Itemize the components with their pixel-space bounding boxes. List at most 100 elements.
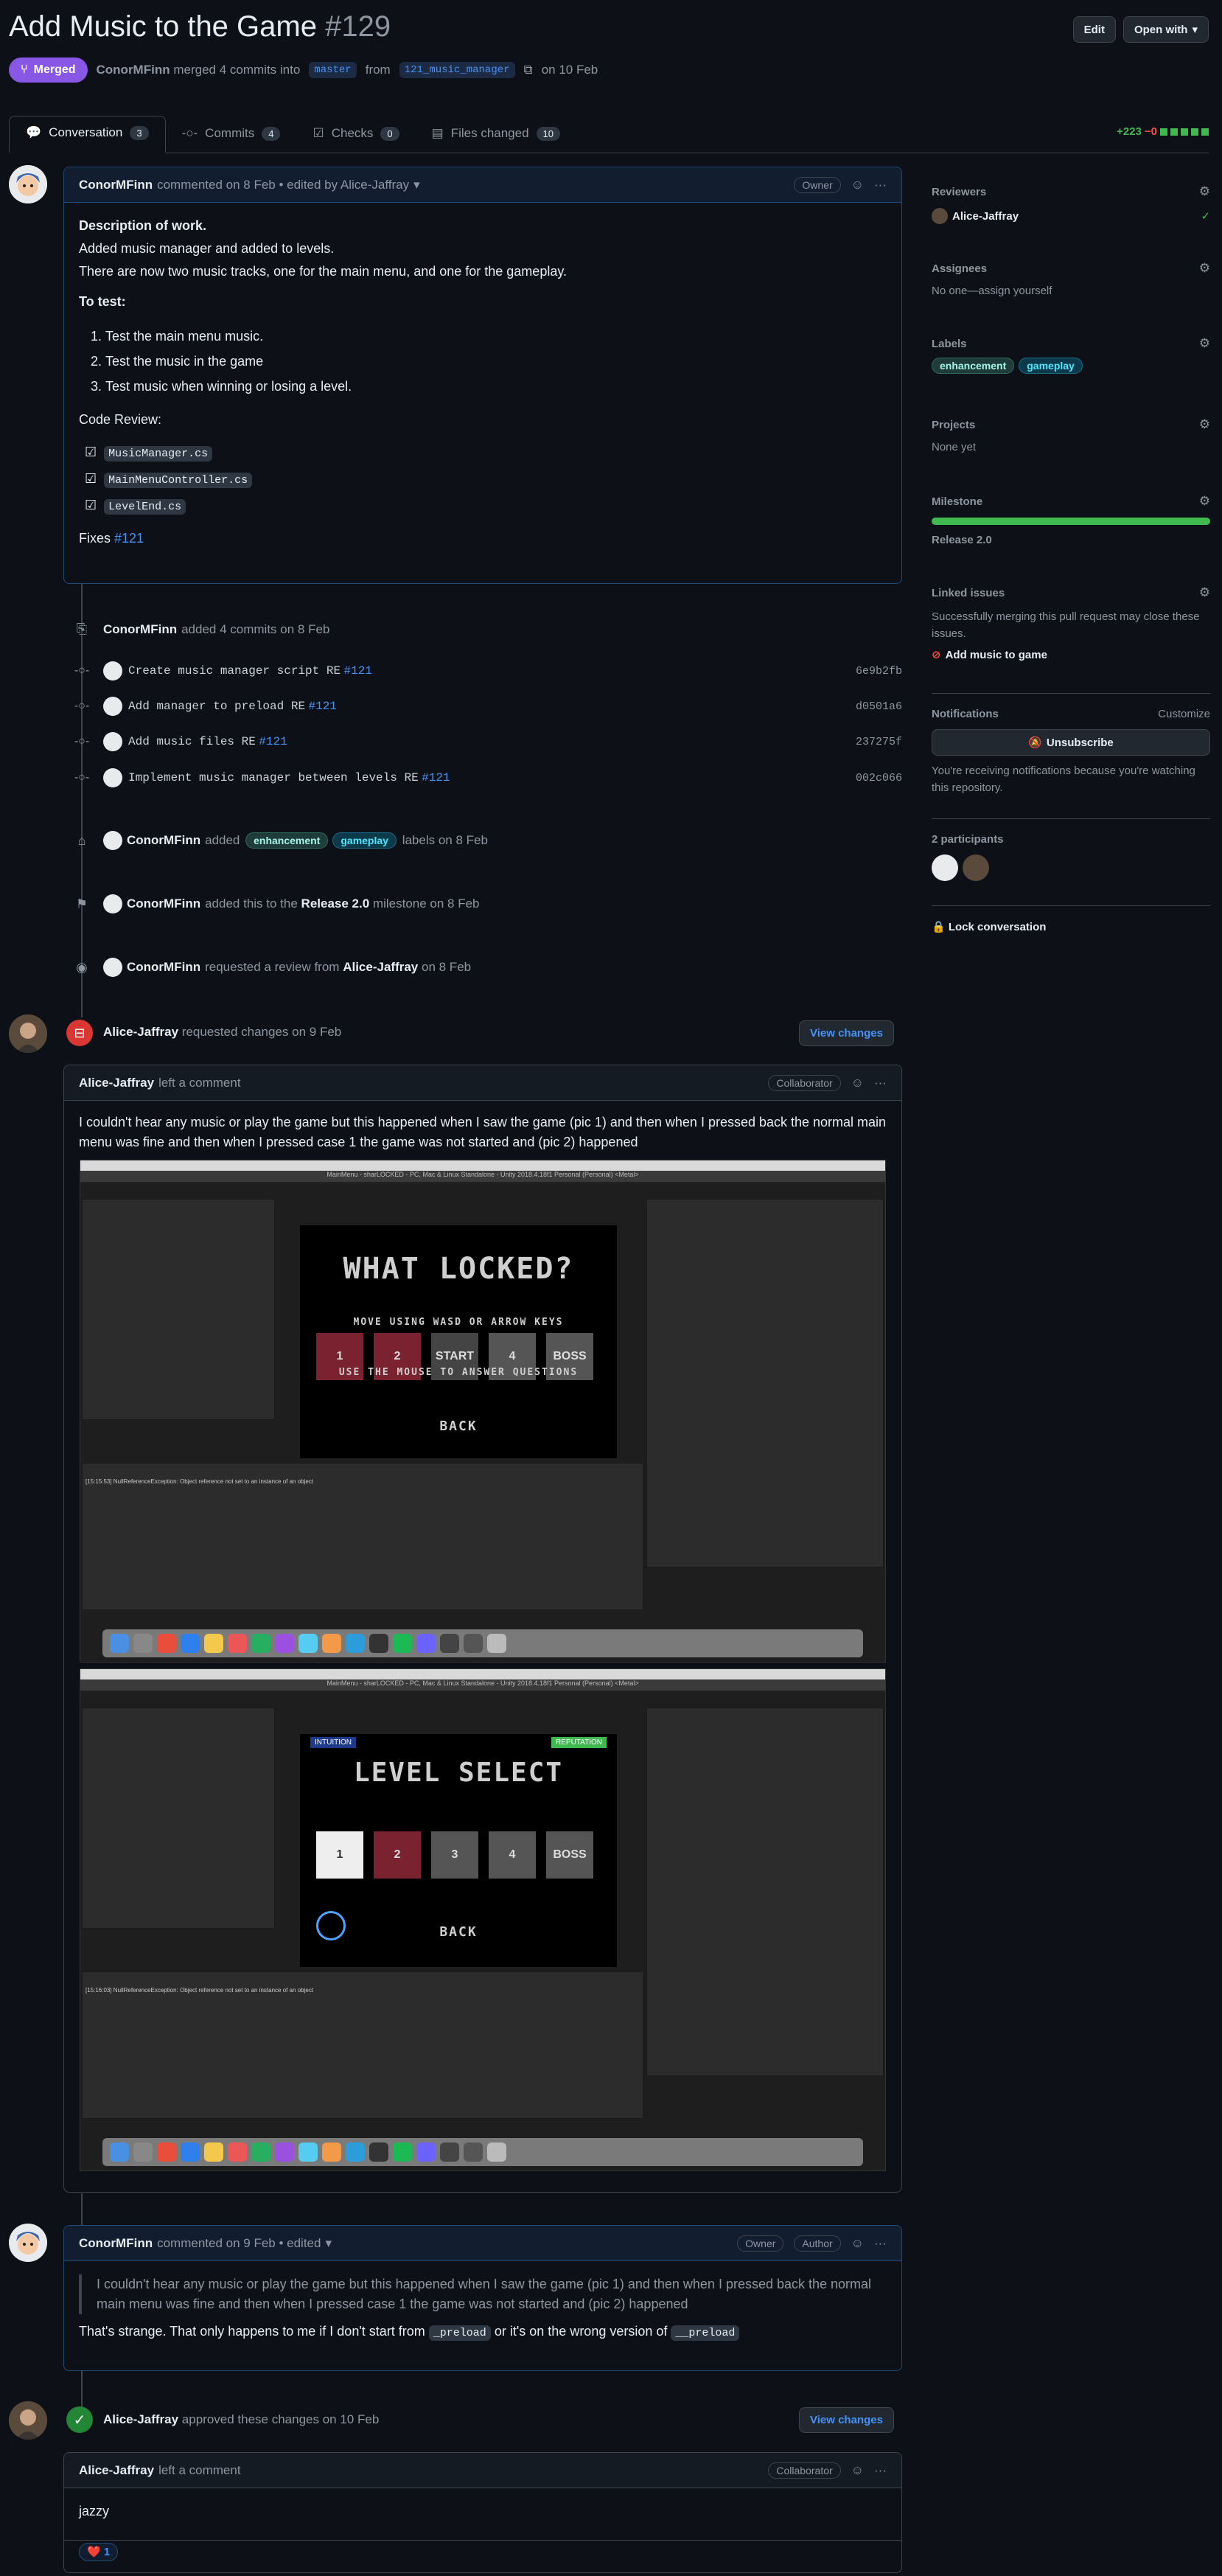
avatar[interactable]	[9, 2224, 47, 2262]
view-changes-button[interactable]: View changes	[799, 1020, 894, 1046]
event-text: added this to the	[205, 897, 298, 911]
checkbox-checked[interactable]: ☑	[85, 471, 97, 486]
edit-button[interactable]: Edit	[1072, 16, 1116, 43]
tab-conversation[interactable]: 💬 Conversation 3	[9, 116, 166, 153]
gear-icon[interactable]: ⚙	[1199, 261, 1210, 276]
event-author[interactable]: ConorMFinn	[127, 960, 200, 975]
code-review-heading: Code Review:	[79, 411, 162, 427]
comment-meta: commented on 9 Feb • edited	[157, 2235, 321, 2250]
diff-block	[1181, 128, 1188, 136]
linked-issue[interactable]: ⊘ Add music to game	[932, 648, 1210, 662]
milestone-link[interactable]: Release 2.0	[301, 897, 370, 911]
comment-author[interactable]: Alice-Jaffray	[79, 1076, 154, 1090]
gear-icon[interactable]: ⚙	[1199, 585, 1210, 600]
commit-sha[interactable]: 6e9b2fb	[856, 665, 902, 678]
tab-commits[interactable]: -○- Commits 4	[166, 117, 297, 153]
milestone-name[interactable]: Release 2.0	[932, 534, 1210, 546]
chevron-down-icon[interactable]: ▾	[413, 178, 420, 192]
avatar[interactable]	[103, 831, 122, 850]
smiley-icon[interactable]: ☺	[851, 2236, 864, 2251]
customize-link[interactable]: Customize	[1158, 708, 1210, 720]
avatar[interactable]	[103, 958, 122, 977]
issue-link[interactable]: #121	[344, 664, 372, 678]
lock-conversation[interactable]: 🔒 Lock conversation	[932, 920, 1210, 933]
label-gameplay[interactable]: gameplay	[1019, 358, 1083, 374]
gear-icon[interactable]: ⚙	[1199, 417, 1210, 432]
smiley-icon[interactable]: ☺	[851, 2463, 864, 2478]
screenshot-pic-2[interactable]: MainMenu - sharLOCKED - PC, Mac & Linux …	[80, 1668, 886, 2171]
base-branch[interactable]: master	[309, 62, 357, 78]
commit-message[interactable]: Add music files RE	[128, 735, 256, 748]
kebab-menu-icon[interactable]: ···	[874, 2463, 887, 2478]
diff-block	[1160, 128, 1167, 136]
level-button: 3	[431, 1831, 478, 1879]
pr-title-text: Add Music to the Game	[9, 10, 317, 43]
avatar[interactable]	[103, 732, 122, 751]
event-author[interactable]: Alice-Jaffray	[103, 1025, 178, 1039]
view-changes-button[interactable]: View changes	[799, 2407, 894, 2433]
smiley-icon[interactable]: ☺	[851, 178, 864, 192]
check-icon: ✓	[66, 2406, 93, 2433]
commit-message[interactable]: Add manager to preload RE	[128, 700, 305, 713]
merge-text: merged 4 commits into	[173, 63, 301, 77]
milestone-progress-track	[932, 518, 1210, 525]
gear-icon[interactable]: ⚙	[1199, 184, 1210, 199]
comment-author[interactable]: ConorMFinn	[79, 178, 153, 192]
commit-sha[interactable]: d0501a6	[856, 700, 902, 713]
avatar[interactable]	[9, 2401, 47, 2440]
pr-number: #129	[325, 10, 391, 43]
label-gameplay[interactable]: gameplay	[332, 832, 397, 849]
commit-message[interactable]: Create music manager script RE	[128, 664, 341, 678]
reviewer-link[interactable]: Alice-Jaffray	[343, 960, 418, 975]
issue-link[interactable]: #121	[422, 771, 450, 784]
avatar[interactable]	[9, 165, 47, 203]
checkbox-checked[interactable]: ☑	[85, 445, 97, 459]
file-code: MainMenuController.cs	[104, 472, 253, 488]
reviewer-item[interactable]: Alice-Jaffray ✓	[932, 208, 1210, 224]
commit-message[interactable]: Implement music manager between levels R…	[128, 771, 419, 784]
avatar[interactable]	[103, 768, 122, 787]
comment-meta: left a comment	[158, 2462, 241, 2477]
avatar[interactable]	[932, 854, 958, 881]
issue-link[interactable]: #121	[309, 700, 337, 713]
unsubscribe-button[interactable]: 🔕 Unsubscribe	[932, 729, 1210, 756]
issue-link[interactable]: #121	[114, 531, 144, 546]
issue-link[interactable]: #121	[259, 735, 287, 748]
head-branch[interactable]: 121_music_manager	[399, 62, 515, 78]
avatar[interactable]	[103, 661, 122, 680]
merge-author-link[interactable]: ConorMFinn	[97, 63, 170, 77]
tab-checks[interactable]: ☑ Checks 0	[296, 117, 415, 153]
commit-sha[interactable]: 002c066	[856, 772, 902, 784]
assign-yourself-link[interactable]: No one—assign yourself	[932, 285, 1210, 297]
avatar[interactable]	[103, 697, 122, 716]
checkbox-checked[interactable]: ☑	[85, 498, 97, 512]
comment-author[interactable]: Alice-Jaffray	[79, 2463, 154, 2478]
kebab-menu-icon[interactable]: ···	[874, 178, 887, 192]
event-author[interactable]: Alice-Jaffray	[103, 2412, 178, 2426]
checklist-item: ☑ MainMenuController.cs	[79, 465, 887, 492]
heart-reaction[interactable]: ❤️ 1	[79, 2543, 119, 2561]
screenshot-pic-1[interactable]: MainMenu - sharLOCKED - PC, Mac & Linux …	[80, 1160, 886, 1663]
event-author[interactable]: ConorMFinn	[127, 833, 200, 848]
open-with-button[interactable]: Open with ▾	[1123, 16, 1209, 43]
comment-text: jazzy	[79, 2504, 110, 2518]
projects-value: None yet	[932, 441, 977, 453]
gear-icon[interactable]: ⚙	[1199, 494, 1210, 509]
event-author[interactable]: ConorMFinn	[103, 622, 177, 637]
event-author[interactable]: ConorMFinn	[127, 897, 200, 911]
gear-icon[interactable]: ⚙	[1199, 336, 1210, 351]
chevron-down-icon[interactable]: ▾	[325, 2236, 332, 2251]
comment-author[interactable]: ConorMFinn	[79, 2236, 153, 2251]
tab-counter: 3	[130, 125, 149, 140]
tab-files-changed[interactable]: ▤ Files changed 10	[416, 117, 576, 153]
kebab-menu-icon[interactable]: ···	[874, 2236, 887, 2251]
kebab-menu-icon[interactable]: ···	[874, 1076, 887, 1090]
copy-icon[interactable]: ⧉	[524, 63, 533, 77]
avatar[interactable]	[963, 854, 989, 881]
smiley-icon[interactable]: ☺	[851, 1076, 864, 1090]
label-enhancement[interactable]: enhancement	[245, 832, 329, 849]
avatar[interactable]	[9, 1014, 47, 1053]
avatar[interactable]	[103, 894, 122, 913]
commit-sha[interactable]: 237275f	[856, 736, 902, 748]
label-enhancement[interactable]: enhancement	[932, 358, 1015, 374]
